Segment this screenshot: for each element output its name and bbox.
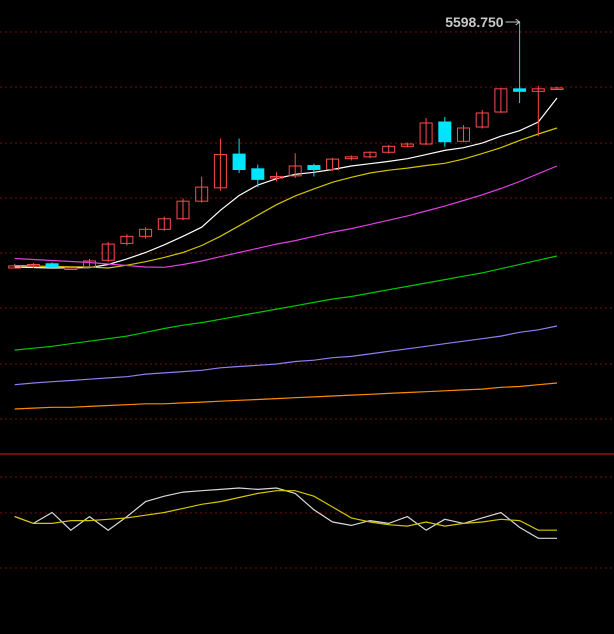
high-price-label: 5598.750 — [445, 14, 504, 30]
candle-body — [438, 121, 452, 143]
candle — [363, 151, 377, 159]
candle — [120, 234, 134, 246]
candle-body — [64, 267, 78, 270]
candle — [419, 118, 433, 145]
candle — [438, 117, 452, 147]
candle — [213, 138, 227, 191]
ma-line — [14, 165, 558, 268]
candle — [344, 155, 358, 161]
candle — [101, 241, 115, 263]
candle-body — [251, 168, 265, 180]
candle — [475, 110, 489, 129]
oscillator-line — [14, 490, 557, 531]
arrow-right-icon — [505, 18, 521, 26]
candle — [513, 22, 527, 103]
candle-body — [45, 263, 59, 267]
candle-body — [307, 165, 321, 171]
candlestick-chart: 5598.750 — [0, 14, 614, 569]
candle — [157, 216, 171, 231]
candle — [531, 85, 545, 137]
candle — [176, 198, 190, 221]
ma-line — [14, 382, 558, 410]
candle — [195, 176, 209, 203]
candle-body — [232, 153, 246, 171]
candle — [139, 227, 153, 239]
ma-line — [14, 325, 558, 386]
candle — [232, 138, 246, 174]
candles[interactable] — [8, 22, 564, 270]
high-price-annotation: 5598.750 — [445, 14, 521, 30]
candle — [457, 125, 470, 143]
candle — [45, 262, 59, 267]
oscillator-panel — [0, 476, 614, 569]
candle — [494, 88, 508, 113]
candle — [307, 163, 321, 177]
candle — [382, 144, 396, 154]
ma-line — [14, 255, 558, 351]
candle-body — [513, 88, 527, 92]
